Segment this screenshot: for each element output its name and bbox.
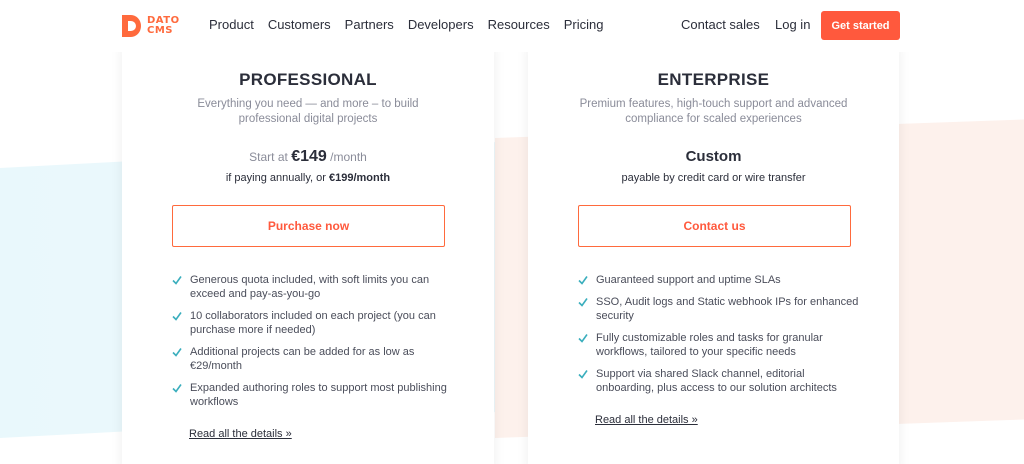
plan-card-enterprise: ENTERPRISE Premium features, high-touch … (528, 44, 899, 464)
check-icon (578, 298, 588, 307)
datocms-logo[interactable]: DATO CMS (122, 15, 180, 37)
annual-price: €199/month (329, 172, 391, 184)
logo-text-cms: CMS (147, 25, 173, 36)
annual-price-note: if paying annually, or €199/month (122, 172, 494, 184)
login-link[interactable]: Log in (775, 17, 810, 32)
feature-text: Support via shared Slack channel, editor… (596, 368, 837, 394)
feature-text: Expanded authoring roles to support most… (190, 382, 447, 408)
payment-note: payable by credit card or wire transfer (621, 172, 806, 184)
annual-prefix: if paying annually, or (225, 172, 326, 184)
plan-title: PROFESSIONAL (239, 70, 377, 89)
feature-text: SSO, Audit logs and Static webhook IPs f… (596, 296, 859, 322)
datocms-logo-icon (122, 15, 141, 37)
nav-item-customers[interactable]: Customers (268, 17, 331, 32)
price-line: Start at €149 /month (122, 148, 494, 166)
nav-item-developers[interactable]: Developers (408, 17, 474, 32)
feature-item: Guaranteed support and uptime SLAs (578, 273, 859, 287)
check-icon (578, 370, 588, 379)
nav-item-product[interactable]: Product (209, 17, 254, 32)
feature-item: Support via shared Slack channel, editor… (578, 367, 859, 395)
check-icon (172, 348, 182, 357)
logo-wordmark: DATO CMS (147, 16, 180, 36)
feature-item: Generous quota included, with soft limit… (172, 273, 454, 301)
nav-item-pricing[interactable]: Pricing (564, 17, 604, 32)
check-icon (172, 276, 182, 285)
feature-text: 10 collaborators included on each projec… (190, 310, 436, 336)
feature-item: Fully customizable roles and tasks for g… (578, 331, 859, 359)
price-prefix: Start at (249, 150, 288, 164)
price-suffix: /month (330, 150, 367, 164)
check-icon (172, 312, 182, 321)
feature-text: Generous quota included, with soft limit… (190, 274, 430, 300)
feature-list: Generous quota included, with soft limit… (172, 273, 454, 417)
plan-description: Premium features, high-touch support and… (579, 98, 848, 125)
plan-title: ENTERPRISE (657, 70, 770, 89)
plan-card-professional: PROFESSIONAL Everything you need — and m… (122, 44, 494, 464)
feature-text: Fully customizable roles and tasks for g… (596, 332, 823, 358)
check-icon (578, 276, 588, 285)
top-navbar: DATO CMS Product Customers Partners Deve… (0, 0, 1024, 52)
plan-description: Everything you need — and more – to buil… (197, 98, 419, 125)
nav-item-partners[interactable]: Partners (345, 17, 394, 32)
feature-list: Guaranteed support and uptime SLAs SSO, … (578, 273, 859, 403)
price-amount: €149 (291, 148, 327, 165)
feature-text: Additional projects can be added for as … (190, 346, 415, 372)
feature-item: 10 collaborators included on each projec… (172, 309, 454, 337)
get-started-button[interactable]: Get started (821, 11, 900, 40)
check-icon (578, 334, 588, 343)
feature-item: SSO, Audit logs and Static webhook IPs f… (578, 295, 859, 323)
price-custom: Custom (685, 148, 742, 165)
nav-item-resources[interactable]: Resources (488, 17, 550, 32)
read-details-link[interactable]: Read all the details » (595, 414, 698, 426)
purchase-now-button[interactable]: Purchase now (172, 205, 445, 247)
feature-item: Expanded authoring roles to support most… (172, 381, 454, 409)
read-details-link[interactable]: Read all the details » (189, 428, 292, 440)
check-icon (172, 384, 182, 393)
feature-item: Additional projects can be added for as … (172, 345, 454, 373)
contact-sales-link[interactable]: Contact sales (681, 17, 760, 32)
contact-us-button[interactable]: Contact us (578, 205, 851, 247)
main-nav: Product Customers Partners Developers Re… (209, 17, 603, 32)
feature-text: Guaranteed support and uptime SLAs (596, 274, 781, 286)
